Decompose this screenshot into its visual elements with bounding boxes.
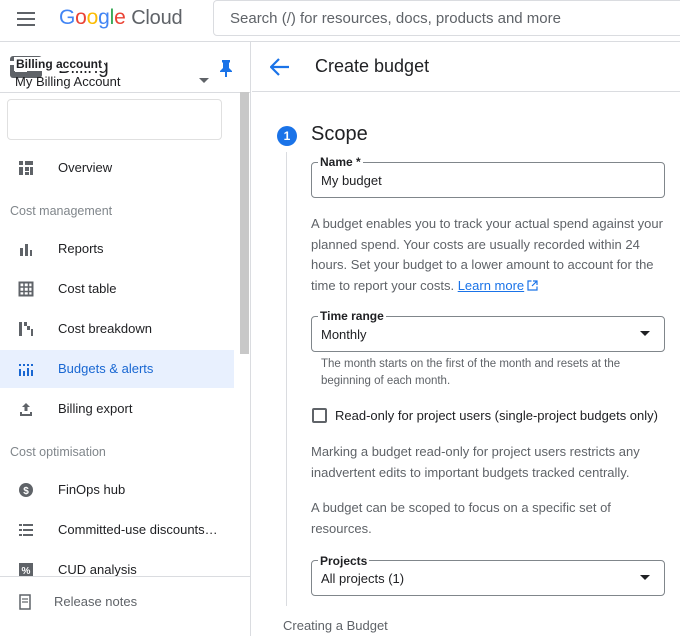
bar-chart-icon bbox=[20, 244, 32, 256]
menu-icon[interactable] bbox=[17, 11, 39, 27]
readonly-checkbox-label: Read-only for project users (single-proj… bbox=[335, 408, 658, 423]
page-title: Create budget bbox=[315, 56, 430, 76]
sidebar-item-label: Reports bbox=[58, 241, 104, 256]
search-input[interactable]: Search (/) for resources, docs, products… bbox=[213, 0, 680, 36]
sidebar-bottom-divider bbox=[0, 576, 250, 577]
billing-account-select[interactable] bbox=[7, 99, 222, 140]
svg-text:$: $ bbox=[23, 486, 29, 497]
name-field-label: Name * bbox=[318, 155, 363, 169]
main-header: Create budget bbox=[252, 42, 680, 92]
caption-text: Creating a Budget bbox=[283, 618, 388, 633]
sidebar-item-cost-table[interactable]: Cost table bbox=[0, 270, 234, 308]
sidebar-item-label: Committed-use discounts… bbox=[58, 522, 218, 537]
list-icon bbox=[19, 524, 33, 536]
logo-letter: o bbox=[75, 6, 87, 29]
readonly-checkbox[interactable] bbox=[312, 408, 327, 423]
chevron-down-icon[interactable] bbox=[199, 78, 209, 83]
pin-icon[interactable] bbox=[219, 59, 233, 77]
scope-text: A budget can be scoped to focus on a spe… bbox=[311, 500, 611, 536]
section-cost-management: Cost management bbox=[10, 204, 113, 218]
time-range-helper: The month starts on the first of the mon… bbox=[321, 358, 621, 387]
step-number-badge: 1 bbox=[277, 126, 297, 146]
sidebar-item-finops-hub[interactable]: $ FinOps hub bbox=[0, 471, 234, 509]
logo-letter: G bbox=[59, 6, 76, 29]
main-divider bbox=[252, 91, 680, 92]
time-range-label: Time range bbox=[318, 309, 386, 323]
sidebar-item-committed-use-discounts[interactable]: Committed-use discounts… bbox=[0, 511, 234, 549]
sidebar-release-notes[interactable]: Release notes bbox=[0, 583, 234, 621]
logo-cloud-text: Cloud bbox=[131, 7, 183, 29]
release-notes-icon bbox=[19, 594, 31, 610]
sidebar-item-overview[interactable]: Overview bbox=[0, 149, 234, 187]
projects-value: All projects (1) bbox=[321, 571, 405, 586]
sidebar-item-billing-export[interactable]: Billing export bbox=[0, 390, 234, 428]
google-cloud-logo[interactable]: Google Cloud bbox=[59, 6, 183, 30]
sidebar-item-label: FinOps hub bbox=[58, 482, 126, 497]
sidebar-divider bbox=[0, 92, 250, 93]
logo-google-text: Google bbox=[59, 6, 126, 29]
sidebar-item-label: Cost table bbox=[58, 281, 117, 296]
intro-text: A budget enables you to track your actua… bbox=[311, 214, 673, 296]
overview-icon bbox=[19, 161, 33, 175]
chevron-down-icon[interactable] bbox=[640, 331, 650, 336]
table-icon bbox=[18, 281, 34, 297]
readonly-text: Marking a budget read-only for project u… bbox=[311, 444, 640, 480]
section-cost-optimisation: Cost optimisation bbox=[10, 445, 106, 459]
billing-account-label: Billing account bbox=[14, 57, 105, 71]
sidebar-item-label: Billing export bbox=[58, 401, 133, 416]
sidebar-item-label: Budgets & alerts bbox=[58, 361, 154, 376]
top-bar: Google Cloud Search (/) for resources, d… bbox=[0, 0, 680, 40]
logo-letter: g bbox=[98, 6, 110, 29]
logo-letter: o bbox=[86, 6, 99, 29]
sidebar-scrollbar[interactable] bbox=[240, 92, 249, 354]
billing-account-value: My Billing Account bbox=[15, 74, 121, 89]
sidebar-item-cost-breakdown[interactable]: Cost breakdown bbox=[0, 310, 234, 348]
step-connector-line bbox=[286, 152, 287, 606]
sidebar: Billing Billing account My Billing Accou… bbox=[0, 42, 251, 636]
name-field-value: My budget bbox=[321, 173, 382, 188]
chevron-down-icon[interactable] bbox=[640, 575, 650, 580]
learn-more-link[interactable]: Learn more bbox=[458, 278, 524, 293]
sidebar-item-budgets-alerts[interactable]: Budgets & alerts bbox=[0, 350, 234, 388]
budget-icon bbox=[19, 364, 33, 376]
sidebar-item-label: CUD analysis bbox=[58, 562, 137, 577]
search-placeholder: Search (/) for resources, docs, products… bbox=[230, 10, 561, 27]
step-title: Scope bbox=[311, 123, 368, 145]
sidebar-item-label: Cost breakdown bbox=[58, 321, 152, 336]
sidebar-item-label: Overview bbox=[58, 160, 113, 175]
external-link-icon[interactable] bbox=[527, 279, 538, 291]
release-notes-label: Release notes bbox=[54, 594, 138, 609]
logo-letter: e bbox=[114, 6, 126, 29]
sidebar-item-reports[interactable]: Reports bbox=[0, 230, 234, 268]
time-range-value: Monthly bbox=[321, 327, 367, 342]
back-arrow-icon[interactable] bbox=[270, 58, 290, 76]
upload-icon bbox=[20, 403, 32, 416]
waterfall-icon bbox=[19, 322, 33, 336]
projects-label: Projects bbox=[318, 554, 370, 568]
dollar-icon: $ bbox=[19, 483, 33, 497]
